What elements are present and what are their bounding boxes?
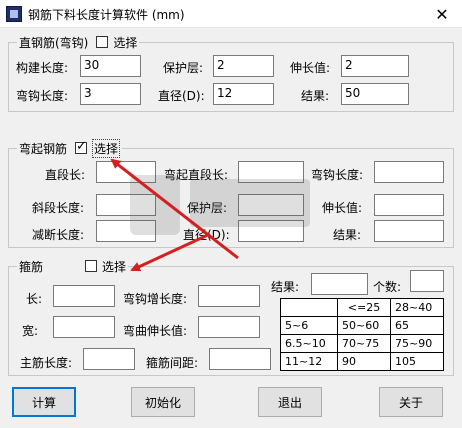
bent-rebar-legend: 弯起钢筋 选择 (17, 138, 123, 158)
stirrup-count-label: 个数: (373, 280, 402, 294)
member-length-input[interactable]: 30 (80, 55, 141, 77)
straight-elongation-label: 伸长值: (290, 61, 331, 75)
straight-diameter-input[interactable]: 12 (213, 83, 274, 105)
bent-hook-length-input[interactable] (374, 161, 444, 183)
table-cell: 75~90 (389, 334, 445, 353)
bent-diameter-input[interactable] (238, 220, 304, 242)
bent-elongation-label: 伸长值: (322, 201, 363, 215)
stirrup-width-label: 宽: (22, 324, 39, 338)
straight-rebar-title: 直钢筋(弯钩) (19, 35, 89, 50)
stirrup-legend: 箍筋 选择 (17, 258, 129, 274)
bend-elongation-input[interactable] (198, 316, 260, 338)
main-bar-length-input[interactable] (83, 348, 135, 370)
straight-select-checkbox[interactable] (96, 36, 109, 48)
table-row: <=25 28~40 (280, 298, 445, 317)
title-bar: 钢筋下料长度计算软件 (mm) ✕ (0, 0, 462, 28)
cut-length-label: 减断长度: (32, 228, 85, 242)
bent-elongation-input[interactable] (374, 194, 444, 216)
table-row: 5~6 50~60 65 (280, 316, 445, 335)
table-cell: 70~75 (337, 334, 391, 353)
bent-hook-length-label: 弯钩长度: (311, 168, 364, 182)
straight-result-label: 结果: (301, 89, 330, 103)
bent-rebar-title: 弯起钢筋 (19, 141, 68, 156)
stirrup-title: 箍筋 (19, 259, 44, 274)
bent-up-straight-length-label: 弯起直段长: (164, 168, 229, 182)
hook-length-input[interactable]: 3 (80, 83, 141, 105)
bent-cover-input[interactable] (238, 194, 304, 216)
about-button[interactable]: 关于 (379, 387, 443, 417)
stirrup-result-label: 结果: (271, 280, 300, 294)
bend-elongation-label: 弯曲伸长值: (123, 324, 188, 338)
bent-select-checkbox[interactable] (75, 139, 88, 154)
straight-result-output: 50 (341, 83, 409, 105)
table-row: 11~12 90 105 (280, 352, 445, 371)
table-cell: 65 (389, 316, 445, 335)
stirrup-spacing-input[interactable] (209, 348, 271, 370)
close-button[interactable]: ✕ (422, 0, 462, 28)
slope-length-input[interactable] (96, 194, 156, 216)
bent-up-straight-length-input[interactable] (238, 161, 304, 183)
window-title: 钢筋下料长度计算软件 (mm) (28, 8, 185, 22)
stirrup-select-checkbox[interactable] (85, 260, 98, 272)
table-cell: 105 (389, 352, 445, 371)
stirrup-length-label: 长: (26, 292, 43, 306)
stirrup-result-output (311, 273, 368, 295)
bent-diameter-label: 直径(D): (183, 228, 230, 242)
table-cell: 5~6 (280, 316, 338, 335)
straight-cover-input[interactable]: 2 (213, 55, 274, 77)
table-cell: 11~12 (280, 352, 338, 371)
cut-length-input[interactable] (96, 220, 156, 242)
hook-lookup-table: <=25 28~40 5~6 50~60 65 6.5~10 70~75 75~… (280, 298, 445, 371)
hook-length-label: 弯钩长度: (16, 89, 69, 103)
exit-button[interactable]: 退出 (258, 387, 322, 417)
bent-select-label: 选择 (92, 138, 121, 158)
stirrup-select-label: 选择 (102, 259, 127, 274)
bent-straight-length-input[interactable] (96, 161, 156, 183)
straight-elongation-input[interactable]: 2 (341, 55, 409, 77)
stirrup-count-output (410, 270, 444, 292)
bent-result-label: 结果: (333, 228, 362, 242)
table-cell (280, 298, 338, 317)
bent-cover-label: 保护层: (187, 201, 228, 215)
stirrup-spacing-label: 箍筋间距: (146, 356, 199, 370)
bent-result-output (374, 220, 444, 242)
slope-length-label: 斜段长度: (32, 201, 85, 215)
straight-cover-label: 保护层: (163, 61, 204, 75)
app-icon (6, 6, 22, 22)
hook-increase-label: 弯钩增长度: (123, 292, 188, 306)
main-bar-length-label: 主筋长度: (20, 356, 73, 370)
table-cell: <=25 (337, 298, 391, 317)
bent-straight-length-label: 直段长: (45, 168, 86, 182)
table-row: 6.5~10 70~75 75~90 (280, 334, 445, 353)
table-cell: 28~40 (389, 298, 445, 317)
calculate-button[interactable]: 计算 (12, 387, 76, 417)
table-cell: 90 (337, 352, 391, 371)
initialize-button[interactable]: 初始化 (131, 387, 195, 417)
stirrup-length-input[interactable] (53, 285, 115, 307)
table-cell: 6.5~10 (280, 334, 338, 353)
straight-diameter-label: 直径(D): (158, 89, 205, 103)
straight-select-label: 选择 (113, 35, 138, 50)
table-cell: 50~60 (337, 316, 391, 335)
member-length-label: 构建长度: (16, 61, 69, 75)
hook-increase-input[interactable] (198, 285, 260, 307)
stirrup-width-input[interactable] (53, 316, 115, 338)
straight-rebar-legend: 直钢筋(弯钩) 选择 (17, 34, 140, 50)
